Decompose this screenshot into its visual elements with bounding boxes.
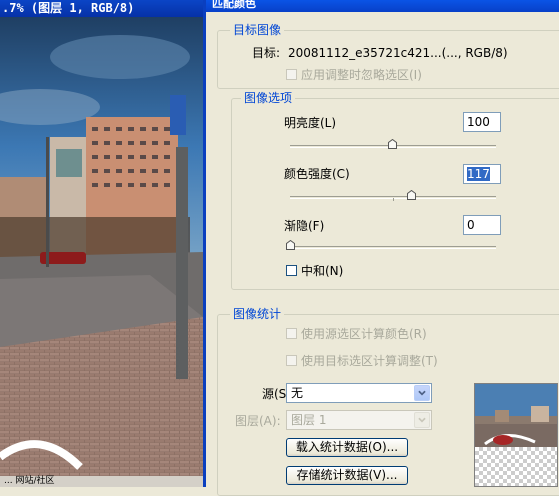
use-target-selection-label: 使用目标选区计算调整(T) <box>301 354 438 368</box>
color-intensity-label: 颜色强度(C) <box>284 167 350 181</box>
preview-transparency <box>475 447 557 486</box>
fade-input[interactable]: 0 <box>463 215 501 235</box>
use-target-selection-checkbox[interactable] <box>286 355 297 366</box>
source-preview-thumbnail <box>474 383 558 487</box>
chevron-down-icon[interactable] <box>414 385 430 401</box>
neutralize-checkbox[interactable] <box>286 265 297 276</box>
ignore-selection-checkbox[interactable] <box>286 69 297 80</box>
chevron-down-icon[interactable] <box>414 412 430 428</box>
image-options-group: 图像选项 <box>231 91 559 290</box>
image-statistics-legend: 图像统计 <box>230 307 285 321</box>
fade-label: 渐隐(F) <box>284 219 325 233</box>
save-statistics-button[interactable]: 存储统计数据(V)... <box>286 466 408 485</box>
layer-label: 图层(A): <box>235 414 281 428</box>
color-intensity-value: 117 <box>467 167 490 181</box>
source-select-value: 无 <box>291 386 304 400</box>
color-intensity-input[interactable]: 117 <box>463 164 501 184</box>
dialog-title: 匹配颜色 <box>206 0 559 12</box>
ignore-selection-label: 应用调整时忽略选区(I) <box>301 68 422 82</box>
color-intensity-default-tick <box>393 198 394 201</box>
luminance-input[interactable]: 100 <box>463 112 501 132</box>
layer-select[interactable]: 图层 1 <box>286 410 432 430</box>
preview-image <box>475 384 557 447</box>
image-options-legend: 图像选项 <box>241 91 296 105</box>
document-status: ... 网站/社区 <box>0 476 203 487</box>
neutralize-label: 中和(N) <box>301 264 344 278</box>
use-source-selection-checkbox[interactable] <box>286 328 297 339</box>
load-statistics-button[interactable]: 载入统计数据(O)... <box>286 438 408 457</box>
layer-select-value: 图层 1 <box>291 413 327 427</box>
fade-slider-track[interactable] <box>290 246 496 249</box>
document-window: .7% (图层 1, RGB/8) ... 网站/社区 <box>0 0 203 487</box>
use-source-selection-label: 使用源选区计算颜色(R) <box>301 327 427 341</box>
target-label: 目标: <box>252 46 281 60</box>
target-image-legend: 目标图像 <box>230 23 285 37</box>
luminance-label: 明亮度(L) <box>284 116 337 130</box>
color-intensity-slider-thumb[interactable] <box>407 190 416 200</box>
target-value: 20081112_e35721c421...(..., RGB/8) <box>288 46 508 60</box>
source-select[interactable]: 无 <box>286 383 432 403</box>
document-photo[interactable] <box>0 17 203 479</box>
document-title: .7% (图层 1, RGB/8) <box>0 0 203 17</box>
luminance-slider-thumb[interactable] <box>388 139 397 149</box>
fade-slider-thumb[interactable] <box>286 240 295 250</box>
